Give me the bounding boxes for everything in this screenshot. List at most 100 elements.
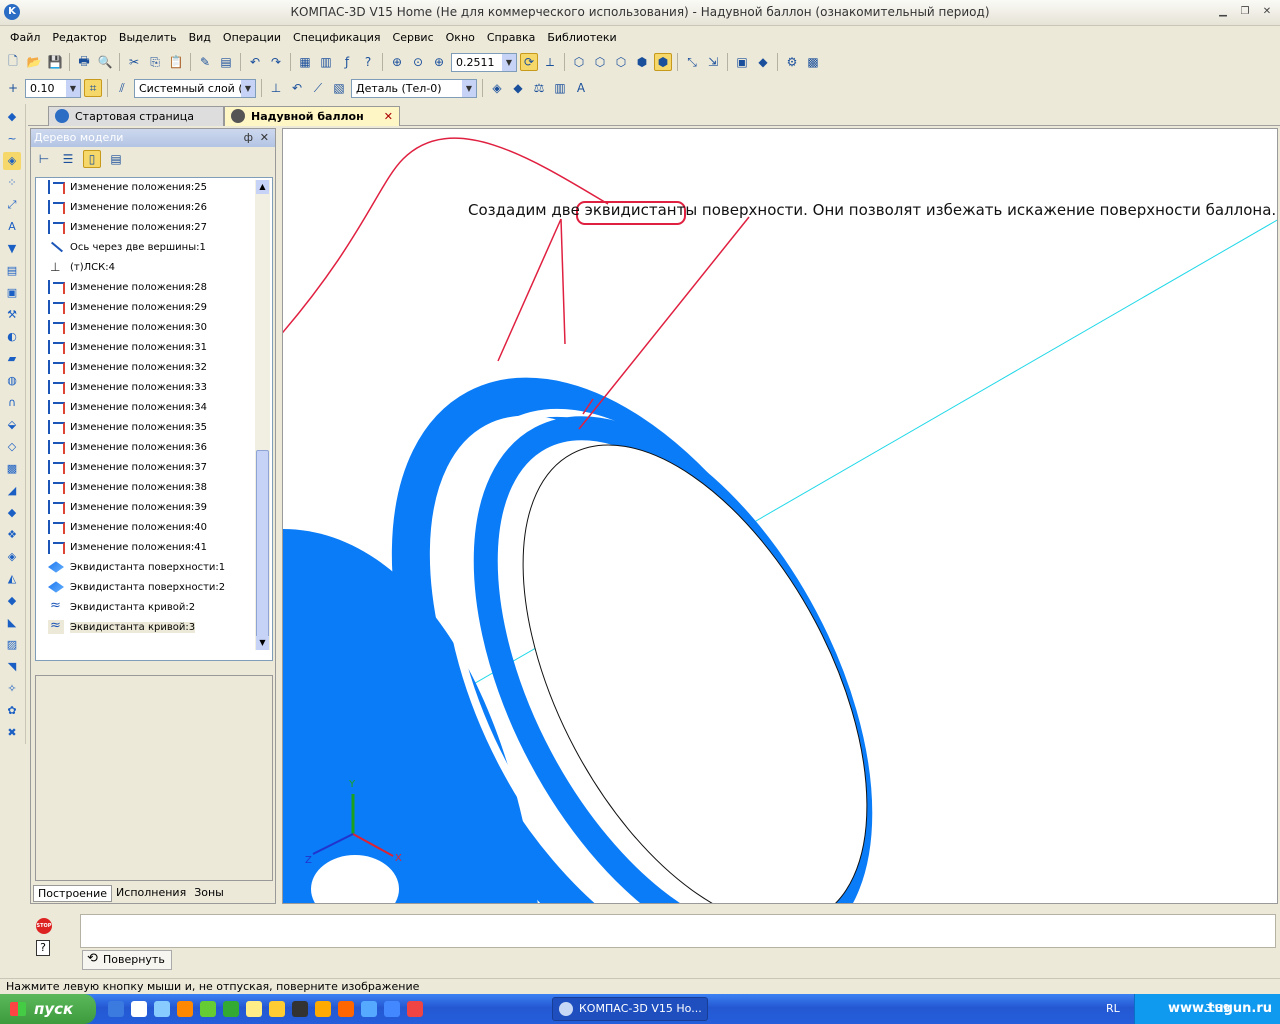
- copy-icon[interactable]: ⎘: [146, 53, 164, 71]
- filter-tool-icon[interactable]: ▼: [3, 240, 21, 258]
- menu-help[interactable]: Справка: [481, 31, 541, 44]
- perspective-icon[interactable]: ⤡: [683, 53, 701, 71]
- app-icon[interactable]: [223, 1001, 239, 1017]
- loft-surface-icon[interactable]: ⬙: [3, 416, 21, 434]
- tree-item[interactable]: Эквидистанта поверхности:2: [48, 578, 225, 598]
- menu-service[interactable]: Сервис: [387, 31, 440, 44]
- menu-window[interactable]: Окно: [440, 31, 481, 44]
- close-tab-icon[interactable]: ✕: [384, 107, 393, 126]
- save-icon[interactable]: 💾: [46, 53, 64, 71]
- edit-icon[interactable]: ⚒: [3, 306, 21, 324]
- chrome-icon[interactable]: [407, 1001, 423, 1017]
- taskbar-kompas-window[interactable]: КОМПАС-3D V15 Ho...: [552, 997, 708, 1021]
- ie-icon[interactable]: [108, 1001, 124, 1017]
- tree-item[interactable]: Изменение положения:32: [48, 358, 207, 378]
- patch-icon[interactable]: ◇: [3, 438, 21, 456]
- game-icon[interactable]: [292, 1001, 308, 1017]
- tree-item[interactable]: Изменение положения:37: [48, 458, 207, 478]
- scroll-down-arrow[interactable]: ▼: [256, 636, 269, 650]
- zoom-window-icon[interactable]: ⊕: [388, 53, 406, 71]
- curves-icon[interactable]: ~: [3, 130, 21, 148]
- tree-item[interactable]: Изменение положения:39: [48, 498, 207, 518]
- tab-build[interactable]: Построение: [33, 885, 113, 902]
- kompas-icon[interactable]: [361, 1001, 377, 1017]
- orientation-icon[interactable]: ⟂: [541, 53, 559, 71]
- avast-icon[interactable]: [315, 1001, 331, 1017]
- point-cloud-icon[interactable]: ✧: [3, 680, 21, 698]
- maximize-button[interactable]: ❐: [1238, 6, 1252, 18]
- arrays-icon[interactable]: ⁘: [3, 174, 21, 192]
- spec-icon[interactable]: ▤: [3, 262, 21, 280]
- function-icon[interactable]: ƒ: [338, 53, 356, 71]
- plane-surface-icon[interactable]: ◆: [3, 504, 21, 522]
- close-panel-icon[interactable]: ✕: [260, 129, 269, 147]
- tree-structure-icon[interactable]: ⊢: [35, 150, 53, 168]
- tree-list-icon[interactable]: ▤: [107, 150, 125, 168]
- minimize-button[interactable]: ▁: [1216, 6, 1230, 18]
- dimension-icon[interactable]: A: [572, 79, 590, 97]
- mass-icon[interactable]: ▥: [551, 79, 569, 97]
- start-button[interactable]: пуск: [0, 994, 96, 1024]
- extrude-surface-icon[interactable]: ▰: [3, 350, 21, 368]
- layer-icon[interactable]: ⫽: [113, 79, 131, 97]
- color-icon[interactable]: ◆: [509, 79, 527, 97]
- tab-versions[interactable]: Исполнения: [112, 885, 190, 902]
- wireframe-icon[interactable]: ⬡: [570, 53, 588, 71]
- rotate-icon[interactable]: ⟳: [520, 53, 538, 71]
- rotate-surface-icon[interactable]: ◍: [3, 372, 21, 390]
- tab-zones[interactable]: Зоны: [190, 885, 228, 902]
- grid-snap-icon[interactable]: ⌗: [84, 79, 102, 97]
- material-icon[interactable]: ◈: [488, 79, 506, 97]
- menu-specification[interactable]: Спецификация: [287, 31, 386, 44]
- properties-icon[interactable]: ✎: [196, 53, 214, 71]
- local-cs-icon[interactable]: ⟋: [309, 79, 327, 97]
- help-button[interactable]: ?: [36, 940, 50, 956]
- media-icon[interactable]: [131, 1001, 147, 1017]
- variables-icon[interactable]: ▥: [317, 53, 335, 71]
- tree-item[interactable]: Изменение положения:31: [48, 338, 207, 358]
- tree-item[interactable]: Изменение положения:30: [48, 318, 207, 338]
- list-icon[interactable]: ▤: [217, 53, 235, 71]
- hidden-lines-icon[interactable]: ⬡: [591, 53, 609, 71]
- library-icon[interactable]: ⚙: [783, 53, 801, 71]
- new-file-icon[interactable]: 🗋: [4, 53, 22, 71]
- kinematic-surface-icon[interactable]: ∩: [3, 394, 21, 412]
- step-select[interactable]: 0.10: [25, 78, 81, 98]
- snap-icon[interactable]: ◆: [754, 53, 772, 71]
- cut-icon[interactable]: ✂: [125, 53, 143, 71]
- ruled-surface-icon[interactable]: ◢: [3, 482, 21, 500]
- thin-lines-icon[interactable]: ⬡: [612, 53, 630, 71]
- extend-surface-icon[interactable]: ◈: [3, 548, 21, 566]
- tree-item[interactable]: Изменение положения:41: [48, 538, 207, 558]
- print-icon[interactable]: 🖶: [75, 53, 93, 71]
- blender-icon[interactable]: [338, 1001, 354, 1017]
- menu-operations[interactable]: Операции: [217, 31, 287, 44]
- solid-ops-icon[interactable]: ◆: [3, 108, 21, 126]
- tree-item[interactable]: Изменение положения:36: [48, 438, 207, 458]
- tree-item[interactable]: Изменение положения:34: [48, 398, 207, 418]
- tree-item[interactable]: Изменение положения:33: [48, 378, 207, 398]
- menu-view[interactable]: Вид: [183, 31, 217, 44]
- tree-item[interactable]: Изменение положения:25: [48, 178, 207, 198]
- stop-button[interactable]: STOP: [36, 918, 52, 934]
- menu-editor[interactable]: Редактор: [46, 31, 113, 44]
- tree-item[interactable]: Эквидистанта кривой:3: [48, 616, 196, 638]
- tree-item[interactable]: Ось через две вершины:1: [48, 238, 206, 258]
- orientation-undo-icon[interactable]: ↶: [288, 79, 306, 97]
- stitch-surface-icon[interactable]: ❖: [3, 526, 21, 544]
- menu-file[interactable]: Файл: [4, 31, 46, 44]
- network-icon[interactable]: [154, 1001, 170, 1017]
- sheet-icon[interactable]: ◐: [3, 328, 21, 346]
- surfaces-icon[interactable]: ◈: [3, 152, 21, 170]
- open-file-icon[interactable]: 📂: [25, 53, 43, 71]
- offset-surface-icon[interactable]: ◆: [3, 592, 21, 610]
- halftone-icon[interactable]: ⬢: [633, 53, 651, 71]
- menu-select[interactable]: Выделить: [113, 31, 183, 44]
- split-surface-icon[interactable]: ◣: [3, 614, 21, 632]
- tab-inflatable-balloon[interactable]: Надувной баллон ✕: [224, 106, 400, 126]
- tree-item[interactable]: Эквидистанта кривой:2: [48, 596, 195, 618]
- app2-icon[interactable]: [384, 1001, 400, 1017]
- tab-start-page[interactable]: Стартовая страница: [48, 106, 224, 126]
- tree-item[interactable]: Эквидистанта поверхности:1: [48, 558, 225, 578]
- spline-surface-icon[interactable]: ✿: [3, 702, 21, 720]
